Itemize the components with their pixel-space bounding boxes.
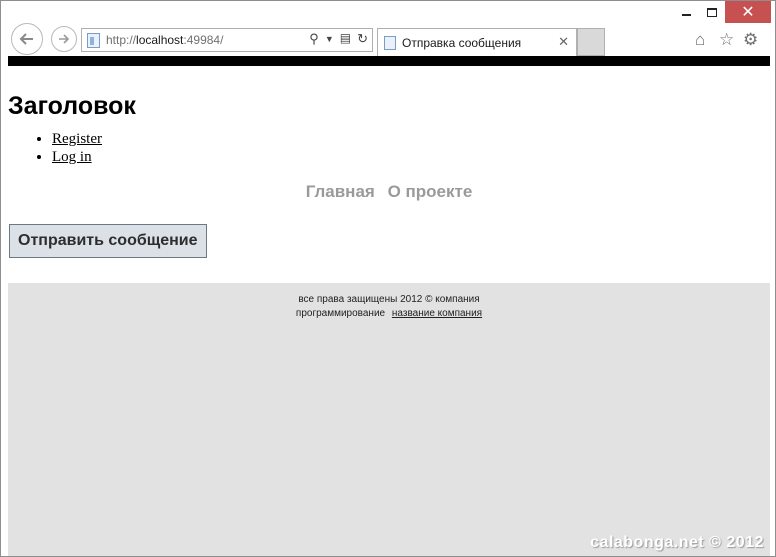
send-message-button[interactable]: Отправить сообщение [9,224,207,258]
forward-arrow-icon [59,34,70,44]
dropdown-icon[interactable]: ▼ [325,34,334,47]
maximize-button[interactable] [699,1,725,23]
footer-developer: программирование название компания [8,308,770,319]
gear-icon[interactable]: ⚙ [743,30,758,50]
compatibility-icon[interactable]: ▤ [340,31,351,47]
close-window-button[interactable]: ✕ [725,1,771,23]
new-tab-button[interactable] [577,28,605,56]
footer: все права защищены 2012 © компания прогр… [8,283,770,556]
footer-developer-prefix: программирование [295,308,386,319]
minimize-icon [681,14,691,16]
tab-active[interactable]: Отправка сообщения ✕ [377,28,577,56]
main-menu: Главная О проекте [8,182,770,202]
login-link[interactable]: Log in [52,149,92,165]
tab-page-icon [384,35,396,50]
address-port: :49984/ [183,33,224,47]
menu-item-home[interactable]: Главная [306,182,375,201]
list-item: Log in [52,148,770,166]
page-content: Заголовок Register Log in Главная О прое… [8,56,770,556]
home-icon[interactable]: ⌂ [695,30,705,50]
back-button[interactable] [11,23,43,55]
page-icon [87,32,100,48]
list-item: Register [52,130,770,148]
address-text[interactable]: http://localhost:49984/ [106,33,223,47]
search-icon[interactable]: ⚲ [309,31,319,47]
favorites-star-icon[interactable]: ☆ [719,30,734,50]
watermark: calabonga.net © 2012 [590,534,764,551]
login-links: Register Log in [52,130,770,166]
tab-close-icon[interactable]: ✕ [558,34,569,50]
address-bar[interactable]: http://localhost:49984/ ⚲ ▼ ▤ ↻ [81,28,373,52]
address-host: localhost [136,33,184,47]
menu-item-about[interactable]: О проекте [388,182,473,201]
back-arrow-icon [19,33,33,45]
address-scheme: http:// [106,33,137,47]
refresh-icon[interactable]: ↻ [357,31,368,47]
register-link[interactable]: Register [52,131,102,147]
close-icon: ✕ [741,4,755,21]
browser-window: ✕ http://localhost:49984/ ⚲ ▼ ▤ ↻ Отправ… [0,0,776,557]
footer-copyright: все права защищены 2012 © компания [298,294,480,305]
company-link[interactable]: название компания [392,308,482,319]
maximize-icon [707,7,717,17]
tab-title: Отправка сообщения [402,35,522,50]
minimize-button[interactable] [673,1,699,23]
forward-button[interactable] [51,26,77,52]
page-top-bar [8,56,770,66]
page-heading: Заголовок [8,92,136,120]
